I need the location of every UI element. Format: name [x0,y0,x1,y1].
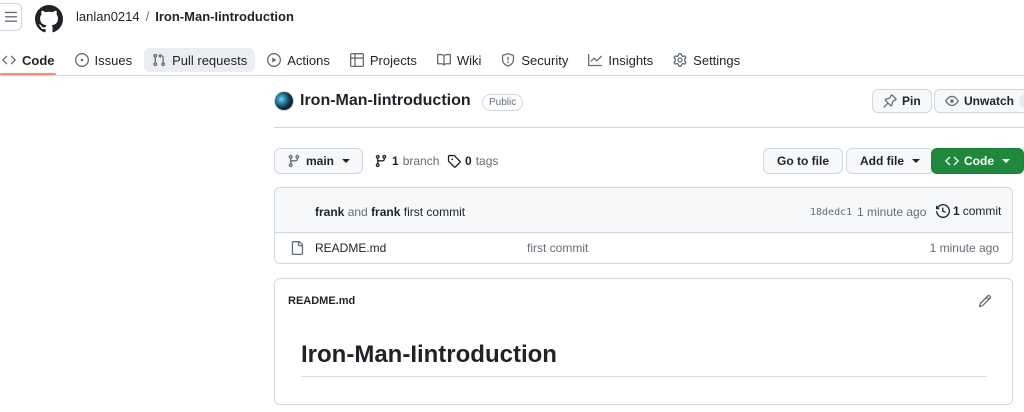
play-icon [267,53,282,67]
graph-icon [588,53,603,67]
tab-pull-requests[interactable]: Pull requests [144,48,256,72]
table-icon [349,53,364,67]
readme-heading-rule [301,376,987,377]
code-icon [2,55,16,65]
pencil-icon[interactable] [978,294,992,308]
tab-code-label: Code [22,52,55,68]
history-icon [936,204,950,218]
tab-wiki-label: Wiki [456,52,482,68]
eye-icon [945,95,959,107]
branch-count: 1 [392,154,399,168]
code-button[interactable]: Code [931,148,1024,174]
file-table: frank and frank first commit 18dedc1 1 m… [274,187,1013,264]
repo-title[interactable]: Iron-Man-Iintroduction [300,92,471,110]
caret-down-icon [912,159,920,163]
caret-down-icon [1002,159,1010,163]
commit-time: 1 minute ago [857,205,927,219]
breadcrumb-separator: / [145,9,150,24]
tab-actions-label: Actions [287,52,330,68]
watch-count: 1 [1019,93,1024,109]
commit-sha[interactable]: 18dedc1 [810,207,852,218]
git-branch-icon [288,154,300,168]
file-row[interactable]: README.md first commit 1 minute ago [275,233,1012,263]
branch-count-label: branch [402,154,440,168]
tab-projects-label: Projects [369,52,417,68]
readme-heading: Iron-Man-Iintroduction [301,341,557,368]
tab-insights[interactable]: Insights [580,48,661,72]
tag-icon [447,154,461,168]
file-commit-time: 1 minute ago [929,241,999,255]
tab-insights-label: Insights [608,52,654,68]
code-button-label: Code [964,154,994,168]
breadcrumb-repo[interactable]: Iron-Man-Iintroduction [155,9,294,24]
shield-icon [502,53,515,67]
code-icon [945,156,959,166]
breadcrumb-owner[interactable]: lanlan0214 [76,9,140,24]
unwatch-label: Unwatch [964,94,1015,108]
commit-message[interactable]: first commit [404,205,465,219]
commit-count: 1 [953,204,960,218]
commit-conjunction: and [347,205,368,219]
gear-icon [673,53,687,67]
add-file-button[interactable]: Add file [846,148,934,174]
tab-wiki[interactable]: Wiki [429,48,490,72]
tags-link[interactable]: 0 tags [447,154,498,168]
tag-count: 0 [465,154,472,168]
file-icon [291,241,304,255]
add-file-label: Add file [860,154,904,168]
pin-button[interactable]: Pin [872,89,932,113]
book-icon [436,53,451,66]
hamburger-icon [4,11,17,22]
go-to-file-button[interactable]: Go to file [763,148,843,174]
menu-button[interactable] [0,3,22,31]
tab-issues[interactable]: Issues [67,48,141,72]
commit-authors: frank and frank first commit [315,205,465,219]
github-logo-icon[interactable] [35,5,63,33]
tab-pull-requests-label: Pull requests [172,52,248,68]
tab-settings-label: Settings [693,52,741,68]
file-commit-message[interactable]: first commit [527,241,588,255]
readme-filename[interactable]: README.md [288,295,355,307]
tab-issues-label: Issues [94,52,133,68]
pin-label: Pin [902,94,921,108]
title-divider [274,127,1024,128]
commits-link[interactable]: 1 commit [936,204,1001,218]
breadcrumb: lanlan0214 / Iron-Man-Iintroduction [76,9,294,24]
readme-panel: README.md Iron-Man-Iintroduction [274,278,1013,405]
visibility-badge: Public [482,94,524,111]
tab-projects[interactable]: Projects [342,48,425,72]
git-branch-icon [375,154,387,168]
branches-link[interactable]: 1 branch [374,154,439,168]
repo-nav: Code Issues Pull requests Actions Projec… [0,44,752,76]
commit-count-label: commit [962,204,1002,218]
file-name[interactable]: README.md [315,241,386,255]
header-divider [0,75,1024,76]
tab-actions[interactable]: Actions [259,48,338,72]
commit-author-2[interactable]: frank [371,205,400,219]
tag-count-label: tags [475,154,499,168]
branch-name: main [306,154,335,168]
pin-icon [883,94,897,108]
tab-settings[interactable]: Settings [665,48,748,72]
commit-author-1[interactable]: frank [315,205,344,219]
tab-security-label: Security [521,52,569,68]
latest-commit-row: frank and frank first commit 18dedc1 1 m… [275,188,1012,233]
pull-request-icon [153,53,166,67]
branch-select-button[interactable]: main [274,148,364,174]
tab-code[interactable]: Code [0,48,63,72]
caret-down-icon [342,159,351,163]
unwatch-button[interactable]: Unwatch 1 [934,89,1024,113]
tab-security[interactable]: Security [493,48,576,72]
repo-owner-avatar[interactable] [274,91,294,111]
issue-icon [74,53,89,67]
